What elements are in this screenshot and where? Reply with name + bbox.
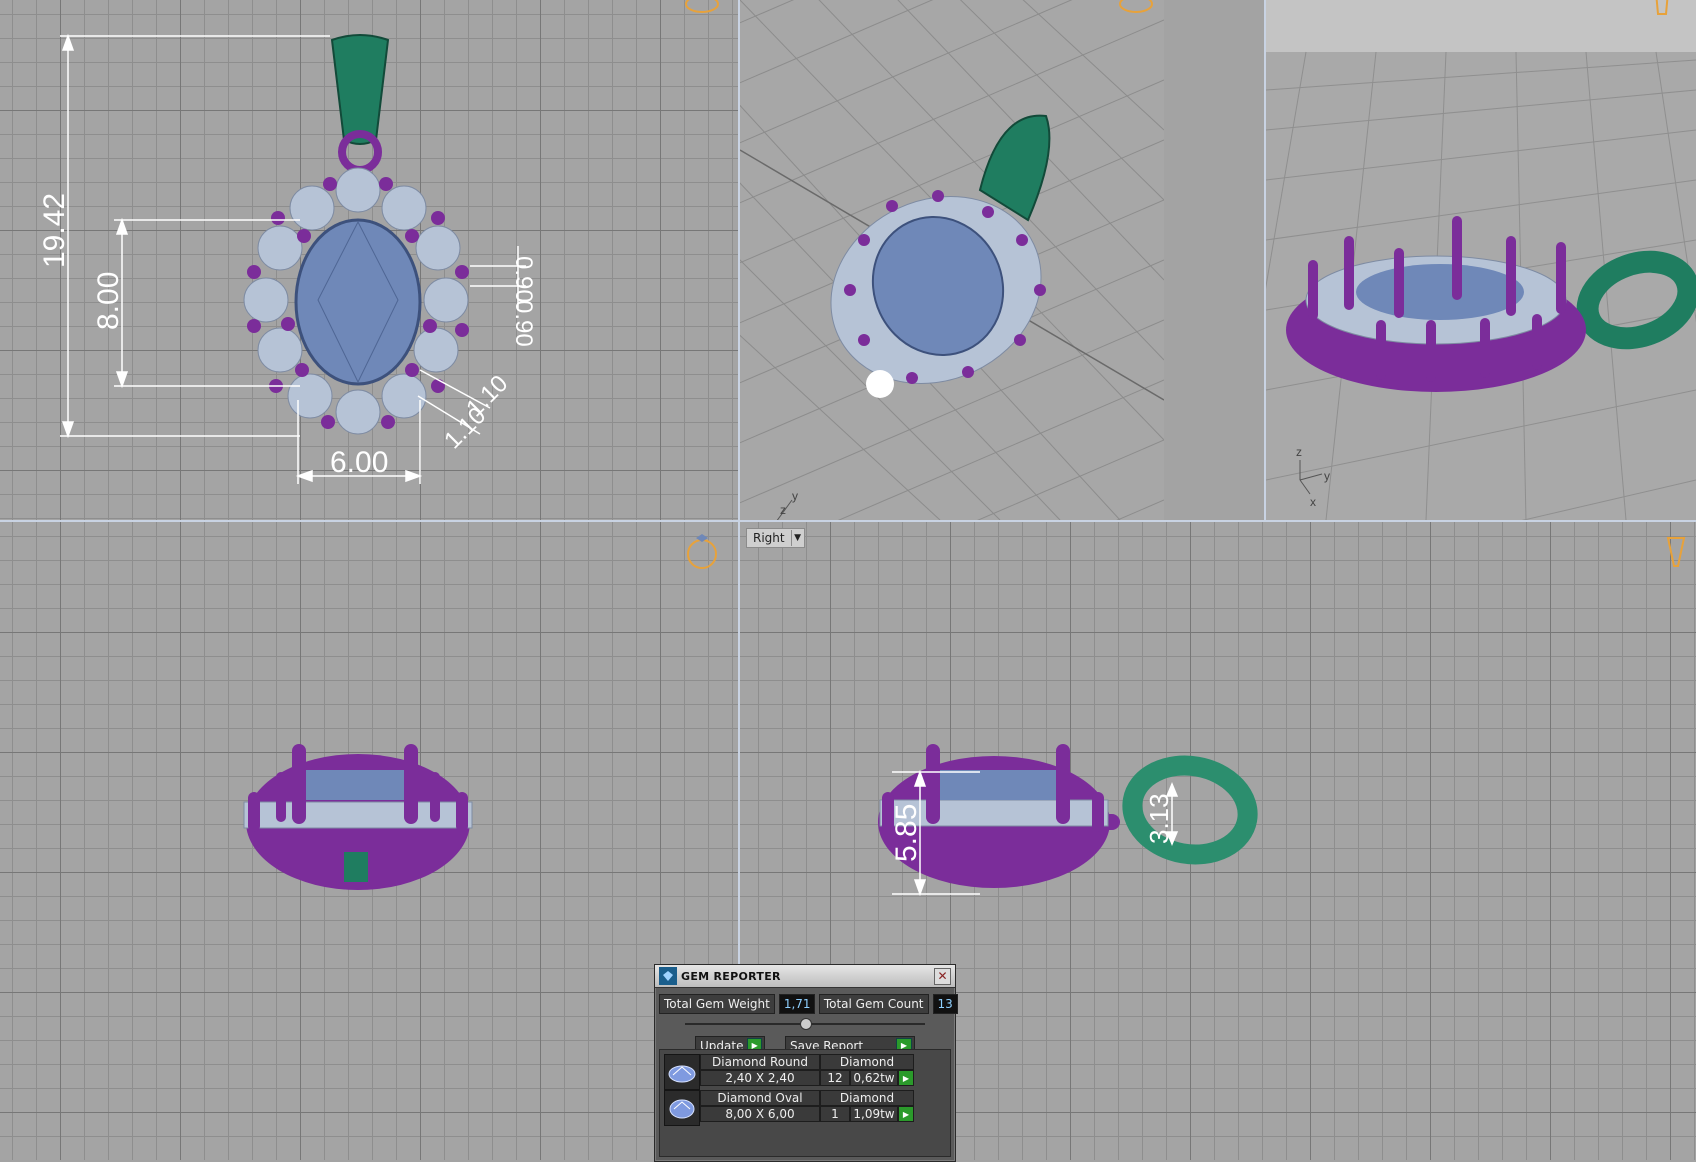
- viewport-perspective[interactable]: y x z: [740, 0, 1164, 520]
- view-cube-icon-persp[interactable]: [1116, 0, 1156, 24]
- angle-axis-z: z: [1296, 445, 1302, 459]
- play-icon[interactable]: ▶: [898, 1106, 914, 1122]
- gem-size: 2,40 X 2,40: [700, 1070, 820, 1086]
- gem-row-oval[interactable]: Diamond Oval Diamond 8,00 X 6,00 1 1,09t…: [664, 1090, 914, 1126]
- angle-grid: z y x: [1266, 0, 1696, 520]
- gem-count: 1: [820, 1106, 850, 1122]
- view-cube-icon-angle[interactable]: [1642, 0, 1682, 24]
- gem-name: Diamond Round: [700, 1054, 820, 1070]
- dim-prong-b: 0.90: [510, 300, 537, 347]
- round-gem-icon: [664, 1054, 700, 1090]
- dim-height-top: 19.42: [38, 193, 71, 268]
- view-cube-icon-front[interactable]: [682, 530, 722, 570]
- panel-slider[interactable]: [685, 1018, 925, 1030]
- gem-reporter-title-bar[interactable]: GEM REPORTER ✕: [655, 965, 955, 988]
- viewport-angle[interactable]: z y x: [1266, 0, 1696, 520]
- persp-axis-z: z: [780, 503, 786, 517]
- viewport-separator-vertical-top[interactable]: [1264, 0, 1266, 520]
- gem-size: 8,00 X 6,00: [700, 1106, 820, 1122]
- viewport-separator-horizontal[interactable]: [0, 520, 1696, 522]
- gem-weight: 0,62tw: [850, 1070, 898, 1086]
- total-gem-weight-value: 1,71: [778, 994, 815, 1014]
- oval-gem-icon: [664, 1090, 700, 1126]
- gem-row-round[interactable]: Diamond Round Diamond 2,40 X 2,40 12 0,6…: [664, 1054, 914, 1090]
- dim-prong-a: 0.90: [510, 256, 537, 303]
- total-gem-weight-label: Total Gem Weight: [659, 994, 775, 1014]
- dim-stone-length: 8.00: [92, 272, 125, 330]
- view-cube-icon-right[interactable]: [1656, 530, 1696, 570]
- persp-axis-y: y: [792, 489, 798, 503]
- angle-axis-x: x: [1310, 495, 1316, 509]
- viewport-top[interactable]: 19.42 8.00 6.00 0.90 0.90 1.10 1.10: [0, 0, 738, 520]
- perspective-grid: y x z: [740, 0, 1164, 520]
- angle-axis-y: y: [1324, 469, 1330, 483]
- view-selector[interactable]: Right ▼: [746, 528, 805, 548]
- chevron-down-icon[interactable]: ▼: [790, 530, 804, 546]
- gem-weight: 1,09tw: [850, 1106, 898, 1122]
- pendant-front-view: [243, 744, 473, 890]
- gem-name: Diamond Oval: [700, 1090, 820, 1106]
- dim-stone-width: 6.00: [330, 446, 388, 479]
- dim-height-right: 5.85: [890, 804, 923, 862]
- gem-reporter-app-icon: [659, 967, 677, 985]
- view-selector-label: Right: [753, 531, 785, 545]
- total-gem-count-label: Total Gem Count: [818, 994, 929, 1014]
- gem-material: Diamond: [820, 1090, 914, 1106]
- total-gem-count-value: 13: [932, 994, 958, 1014]
- gem-list[interactable]: Diamond Round Diamond 2,40 X 2,40 12 0,6…: [659, 1049, 951, 1157]
- gem-reporter-title: GEM REPORTER: [681, 969, 781, 983]
- pendant-top-view: 19.42 8.00 6.00 0.90 0.90 1.10 1.10: [38, 33, 537, 484]
- view-cube-icon[interactable]: [682, 0, 722, 24]
- slider-handle[interactable]: [800, 1018, 812, 1030]
- gem-material: Diamond: [820, 1054, 914, 1070]
- close-icon[interactable]: ✕: [934, 968, 951, 985]
- gem-count: 12: [820, 1070, 850, 1086]
- play-icon[interactable]: ▶: [898, 1070, 914, 1086]
- viewport-front[interactable]: [0, 522, 738, 1160]
- gem-reporter-panel[interactable]: GEM REPORTER ✕ Total Gem Weight 1,71 Tot…: [654, 964, 958, 1162]
- dim-bail: 3.13: [1144, 793, 1174, 844]
